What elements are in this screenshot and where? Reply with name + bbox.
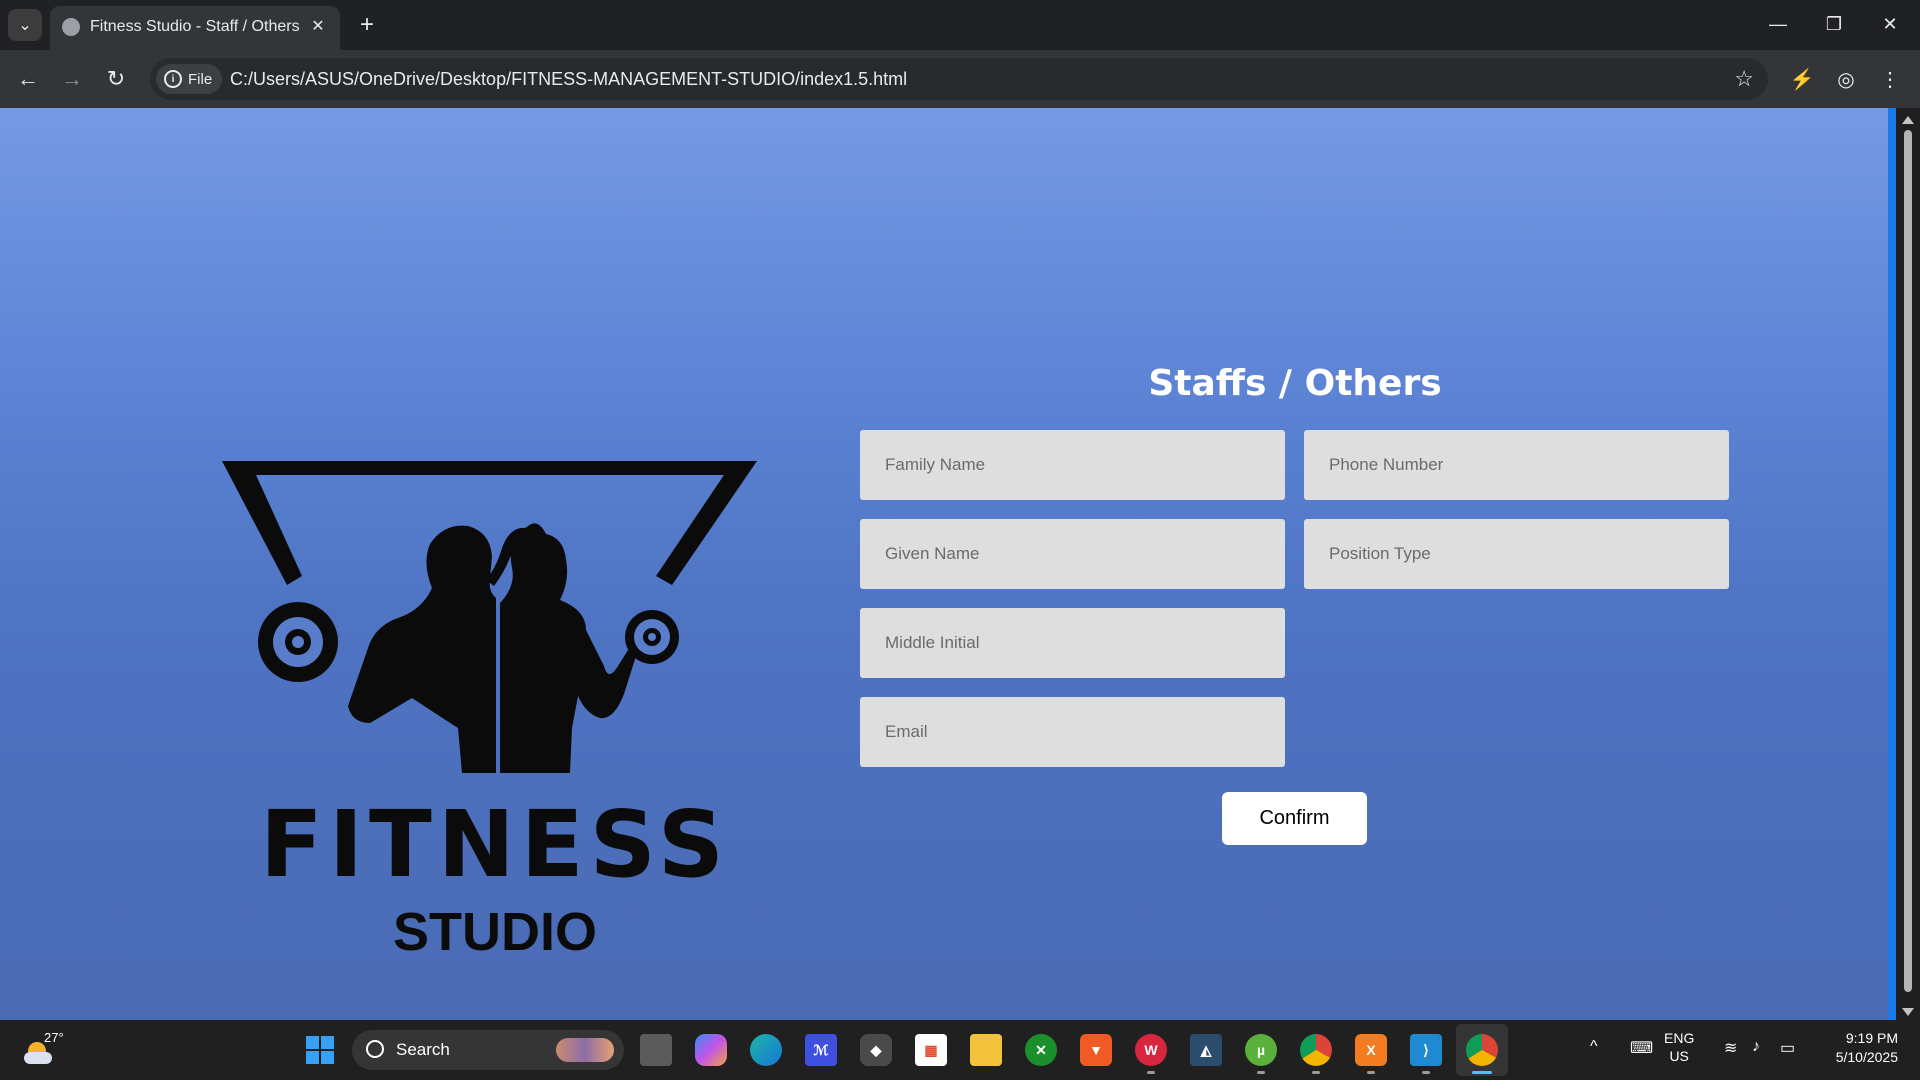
reload-icon[interactable]: ↻	[100, 63, 132, 95]
forward-icon[interactable]: →	[56, 63, 88, 95]
scrollbar-thumb[interactable]	[1904, 130, 1912, 992]
microsoft-store-icon[interactable]: ▦	[915, 1034, 947, 1066]
running-indicator	[1147, 1071, 1155, 1074]
close-tab-icon[interactable]: ✕	[306, 14, 330, 38]
form-title: Staffs / Others	[1148, 363, 1442, 404]
windows-start-icon[interactable]	[304, 1034, 336, 1066]
file-explorer-icon[interactable]	[970, 1034, 1002, 1066]
pen-app-icon[interactable]: ℳ	[805, 1034, 837, 1066]
clock[interactable]: 9:19 PM 5/10/2025	[1822, 1029, 1898, 1067]
confirm-button[interactable]: Confirm	[1222, 792, 1367, 845]
tab-search-button[interactable]: ⌄	[8, 9, 42, 41]
taskbar-search-box[interactable]: Search	[352, 1030, 624, 1070]
browser-toolbar: ← → ↻ i File C:/Users/ASUS/OneDrive/Desk…	[0, 50, 1920, 108]
brave-icon[interactable]: ▼	[1080, 1034, 1112, 1066]
close-window-icon[interactable]: ✕	[1862, 0, 1918, 48]
xampp-icon[interactable]: X	[1355, 1034, 1387, 1066]
profile-icon[interactable]: ◎	[1830, 63, 1862, 95]
family-name-input[interactable]	[860, 430, 1285, 500]
running-indicator	[1257, 1071, 1265, 1074]
back-icon[interactable]: ←	[12, 63, 44, 95]
logo-studio-text: STUDIO	[392, 902, 597, 962]
unity-icon[interactable]: ◆	[860, 1034, 892, 1066]
site-chip-label: File	[188, 70, 213, 88]
tab-bar: ⌄ Fitness Studio - Staff / Others Form ✕…	[0, 0, 1920, 50]
language-code: ENG	[1664, 1030, 1695, 1046]
vertical-scrollbar[interactable]	[1896, 108, 1920, 1020]
site-info-chip[interactable]: i File	[156, 64, 223, 94]
copilot-icon[interactable]	[695, 1034, 727, 1066]
fitness-studio-logo: FITNESS STUDIO	[200, 348, 790, 968]
task-view-icon[interactable]	[640, 1034, 672, 1066]
phone-number-input[interactable]	[1304, 430, 1729, 500]
globe-icon	[62, 18, 80, 36]
cloud-icon	[24, 1052, 52, 1064]
middle-initial-input[interactable]	[860, 608, 1285, 678]
bookmark-star-icon[interactable]: ☆	[1734, 66, 1754, 92]
email-input[interactable]	[860, 697, 1285, 767]
volume-icon[interactable]: ♪	[1752, 1038, 1760, 1056]
chrome-icon[interactable]	[1300, 1034, 1332, 1066]
windows-logo-icon	[306, 1036, 334, 1064]
region-code: US	[1669, 1048, 1689, 1064]
mysql-workbench-icon[interactable]: ◭	[1190, 1034, 1222, 1066]
battery-icon[interactable]: ▭	[1780, 1038, 1795, 1058]
logo-fitness-text: FITNESS	[259, 791, 731, 898]
clock-date: 5/10/2025	[1835, 1049, 1898, 1065]
performance-icon[interactable]: ⚡	[1786, 63, 1818, 95]
tab-title: Fitness Studio - Staff / Others Form	[90, 18, 300, 35]
edge-icon[interactable]	[750, 1034, 782, 1066]
restore-icon[interactable]: ❐	[1806, 0, 1862, 48]
chrome-active-icon[interactable]	[1466, 1034, 1498, 1066]
clock-time: 9:19 PM	[1845, 1030, 1898, 1046]
scroll-down-arrow-icon[interactable]	[1902, 1008, 1914, 1016]
weather-temperature: 27°	[44, 1030, 64, 1045]
windows-taskbar: 27° Search ℳ ◆ ▦ ✕ ▼ W ◭ µ X ⟩ ^ ⌨ ENG U…	[0, 1020, 1920, 1080]
search-highlight-image	[556, 1038, 614, 1062]
utorrent-icon[interactable]: µ	[1245, 1034, 1277, 1066]
info-icon: i	[164, 70, 182, 88]
language-indicator[interactable]: ENG US	[1664, 1029, 1694, 1065]
taskbar-search-label: Search	[396, 1040, 450, 1059]
keyboard-icon[interactable]: ⌨	[1630, 1038, 1653, 1058]
url-text[interactable]: C:/Users/ASUS/OneDrive/Desktop/FITNESS-M…	[230, 69, 907, 90]
wps-office-icon[interactable]: W	[1135, 1034, 1167, 1066]
scroll-up-arrow-icon[interactable]	[1902, 116, 1914, 124]
position-type-input[interactable]	[1304, 519, 1729, 589]
active-tab[interactable]: Fitness Studio - Staff / Others Form ✕	[50, 6, 340, 50]
weather-widget[interactable]: 27°	[22, 1028, 82, 1072]
address-bar[interactable]: i File C:/Users/ASUS/OneDrive/Desktop/FI…	[150, 58, 1768, 100]
running-indicator	[1367, 1071, 1375, 1074]
page-viewport: FITNESS STUDIO Staffs / Others Confirm	[0, 108, 1888, 1020]
wifi-icon[interactable]: ≋	[1724, 1038, 1737, 1058]
running-indicator	[1422, 1071, 1430, 1074]
new-tab-button[interactable]: +	[352, 10, 382, 40]
browser-window: ⌄ Fitness Studio - Staff / Others Form ✕…	[0, 0, 1920, 1080]
minimize-icon[interactable]: —	[1750, 0, 1806, 48]
chevron-up-icon[interactable]: ^	[1590, 1038, 1598, 1056]
running-indicator	[1312, 1071, 1320, 1074]
vscode-icon[interactable]: ⟩	[1410, 1034, 1442, 1066]
given-name-input[interactable]	[860, 519, 1285, 589]
xbox-icon[interactable]: ✕	[1025, 1034, 1057, 1066]
menu-dots-icon[interactable]: ⋮	[1874, 63, 1906, 95]
active-indicator	[1472, 1071, 1492, 1074]
logo-silhouette-graphic	[222, 461, 757, 773]
viewport-edge	[1888, 108, 1896, 1020]
search-icon	[366, 1040, 384, 1058]
